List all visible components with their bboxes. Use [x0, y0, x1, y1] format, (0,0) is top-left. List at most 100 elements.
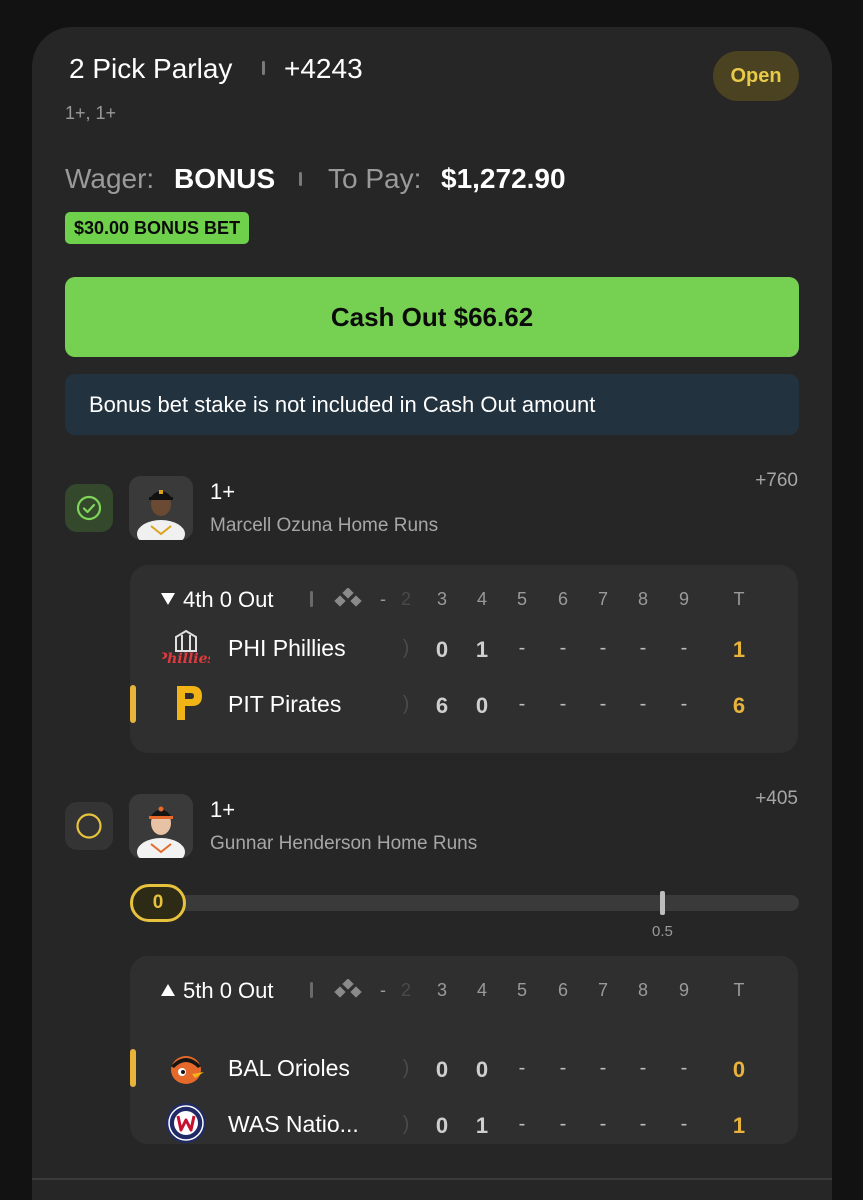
- bottom-inning-icon: [161, 593, 175, 605]
- score-cell: -: [599, 1113, 607, 1135]
- score-cell: -: [559, 1113, 567, 1135]
- inning-col-7: 7: [597, 589, 608, 609]
- inning-col-4: 4: [476, 589, 487, 609]
- player-headshot-icon: [129, 794, 193, 858]
- parlay-title: 2 Pick Parlay: [69, 53, 233, 84]
- inning-col-6: 6: [557, 589, 568, 609]
- score-cell: -: [518, 693, 526, 715]
- nationals-logo: [166, 1103, 206, 1143]
- inning-col-4: 4: [476, 980, 487, 1000]
- stat-progress-tracker: 0: [130, 884, 799, 922]
- pick-2-odds: +405: [755, 788, 798, 809]
- wager-divider: [299, 172, 302, 186]
- team-name-phi: PHI Phillies: [228, 635, 346, 661]
- score-cell: -: [599, 1057, 607, 1079]
- card-divider: [32, 1178, 832, 1180]
- pirates-logo: [177, 686, 202, 720]
- inning-col-5: 5: [516, 980, 527, 1000]
- selected-team-indicator: [130, 1049, 136, 1087]
- wager-label: Wager:: [65, 163, 155, 194]
- cash-out-button[interactable]: Cash Out $66.62: [65, 277, 799, 357]
- score-cell: 1: [475, 637, 489, 662]
- score-cell: ): [402, 637, 410, 659]
- inning-divider: [310, 982, 313, 998]
- inning-col-8: 8: [637, 980, 648, 1000]
- progress-track: [130, 895, 799, 911]
- team-total-pit: 6: [732, 693, 746, 718]
- parlay-odds: +4243: [284, 53, 363, 84]
- score-cell: -: [559, 693, 567, 715]
- score-cell: 0: [435, 1057, 449, 1082]
- inning-text: 5th 0 Out: [183, 978, 274, 1003]
- score-cell: -: [639, 693, 647, 715]
- inning-col-7: 7: [597, 980, 608, 1000]
- pick-1-line: 1+: [210, 479, 236, 504]
- team-total-bal: 0: [732, 1057, 746, 1082]
- score-cell: -: [559, 1057, 567, 1079]
- score-cell: 0: [435, 1113, 449, 1138]
- cash-out-notice: Bonus bet stake is not included in Cash …: [65, 374, 799, 435]
- score-cell: -: [599, 637, 607, 659]
- score-cell: -: [680, 1113, 688, 1135]
- parlay-subtitle: 1+, 1+: [65, 103, 117, 123]
- bonus-bet-chip: $30.00 BONUS BET: [65, 212, 250, 244]
- phillies-logo: Phillies: [162, 629, 210, 667]
- score-cell: 0: [475, 1057, 489, 1082]
- score-cell: -: [559, 637, 567, 659]
- status-badge: Open: [713, 51, 799, 101]
- selected-team-indicator: [130, 685, 136, 723]
- pick-2-line: 1+: [210, 797, 236, 822]
- score-cell: -: [518, 1113, 526, 1135]
- score-cell: -: [639, 637, 647, 659]
- orioles-logo: [171, 1056, 204, 1084]
- inning-col-8: 8: [637, 589, 648, 609]
- inning-col-3: 3: [436, 980, 447, 1000]
- score-cell: 6: [435, 693, 449, 718]
- team-name-bal: BAL Orioles: [228, 1055, 350, 1081]
- pick-1-status: [65, 484, 113, 532]
- inning-col-total: T: [733, 589, 745, 609]
- team-total-was: 1: [732, 1113, 746, 1138]
- scoreboard-game-2[interactable]: 5th 0 Out - 2 3 4 5 6 7 8 9 T BAL Oriole…: [130, 956, 798, 1144]
- pick-2-status: [65, 802, 113, 850]
- inning-text: 4th 0 Out: [183, 587, 274, 612]
- inning-col-3: 3: [436, 589, 447, 609]
- score-cell: -: [518, 637, 526, 659]
- inning-col-2: 2: [400, 980, 411, 1000]
- inning-col-5: 5: [516, 589, 527, 609]
- parlay-card: 2 Pick Parlay +4243 1+, 1+ Open Wager: B…: [32, 27, 832, 1200]
- bases-diamond-icon: [334, 979, 362, 998]
- target-marker: [660, 891, 665, 915]
- inning-col-total: T: [733, 980, 745, 1000]
- score-cell: ): [402, 1057, 410, 1079]
- inning-col-9: 9: [678, 589, 689, 609]
- scoreboard-game-1[interactable]: 4th 0 Out - 2 3 4 5 6 7 8 9 T Phillies P…: [130, 565, 798, 753]
- to-pay-label: To Pay:: [328, 163, 422, 194]
- pick-1-description: Marcell Ozuna Home Runs: [210, 515, 439, 536]
- score-cell: -: [599, 693, 607, 715]
- current-stat-value: 0: [130, 884, 186, 922]
- team-name-was: WAS Natio...: [228, 1111, 359, 1137]
- pick-2-description: Gunnar Henderson Home Runs: [210, 833, 478, 854]
- target-value-label: 0.5: [652, 923, 673, 940]
- top-inning-icon: [161, 984, 175, 996]
- score-cell: 0: [475, 693, 489, 718]
- score-cell: ): [402, 693, 410, 715]
- check-circle-icon: [76, 495, 102, 521]
- player-avatar-henderson: [129, 794, 193, 858]
- score-cell: -: [639, 1113, 647, 1135]
- inning-divider: [310, 591, 313, 607]
- pick-1-odds: +760: [755, 470, 798, 491]
- dash-separator: -: [380, 589, 386, 609]
- inning-col-6: 6: [557, 980, 568, 1000]
- score-cell: -: [680, 693, 688, 715]
- svg-text:Phillies: Phillies: [162, 651, 210, 667]
- empty-circle-icon: [76, 813, 102, 839]
- to-pay-value: $1,272.90: [441, 163, 566, 194]
- score-cell: ): [402, 1113, 410, 1135]
- score-cell: 0: [435, 637, 449, 662]
- score-cell: -: [680, 637, 688, 659]
- inning-col-2: 2: [400, 589, 411, 609]
- player-headshot-icon: [129, 476, 193, 540]
- inning-status: 5th 0 Out: [161, 978, 274, 1004]
